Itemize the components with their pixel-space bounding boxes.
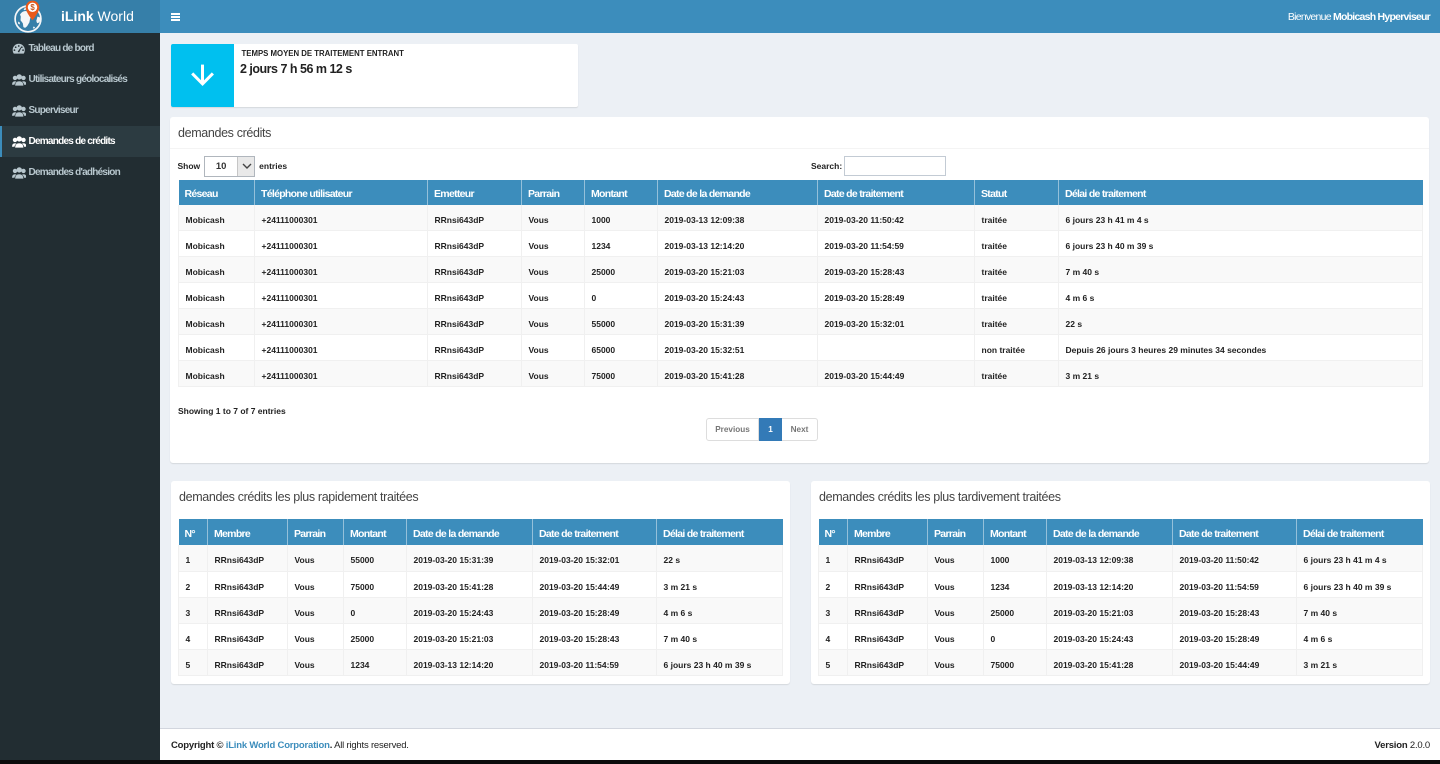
svg-text:$: $ <box>30 3 35 12</box>
